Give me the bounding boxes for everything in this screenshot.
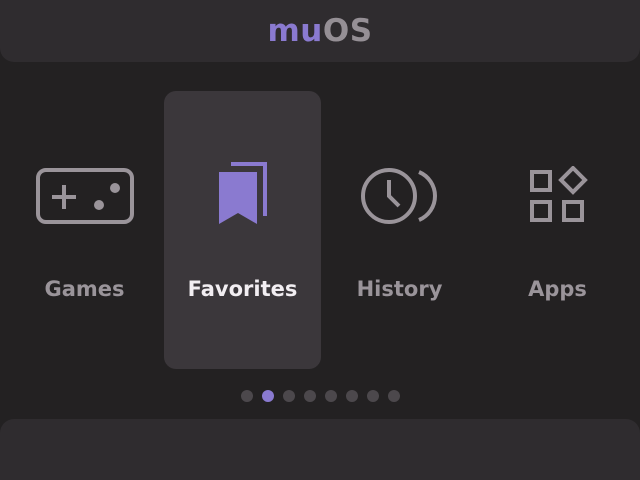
page-dot [345,390,358,402]
apps-grid-icon [479,151,636,241]
menu-item-label: Favorites [187,277,298,301]
menu-item-games[interactable]: Games [6,91,163,369]
menu-item-apps[interactable]: Apps [479,91,636,369]
menu-item-label: History [356,277,443,301]
screen: muOS Games Favorites History Apps [0,0,640,480]
history-clock-icon [321,151,478,241]
menu-item-label: Apps [528,277,587,301]
menu-item-history[interactable]: History [321,91,478,369]
page-dot [261,390,274,402]
menu-item-favorites[interactable]: Favorites [164,91,321,369]
app-title-accent: mu [267,13,323,49]
page-dot [387,390,400,402]
page-dot [282,390,295,402]
page-indicator [0,390,640,404]
page-dot [366,390,379,402]
app-title-rest: OS [322,13,373,49]
bookmark-icon [164,151,321,241]
menu-item-label: Games [44,277,125,301]
app-title: muOS [267,13,372,49]
header-bar: muOS [0,0,640,62]
page-dot [303,390,316,402]
gamepad-icon [6,151,163,241]
page-dot [324,390,337,402]
page-dot [240,390,253,402]
footer-bar [0,419,640,480]
